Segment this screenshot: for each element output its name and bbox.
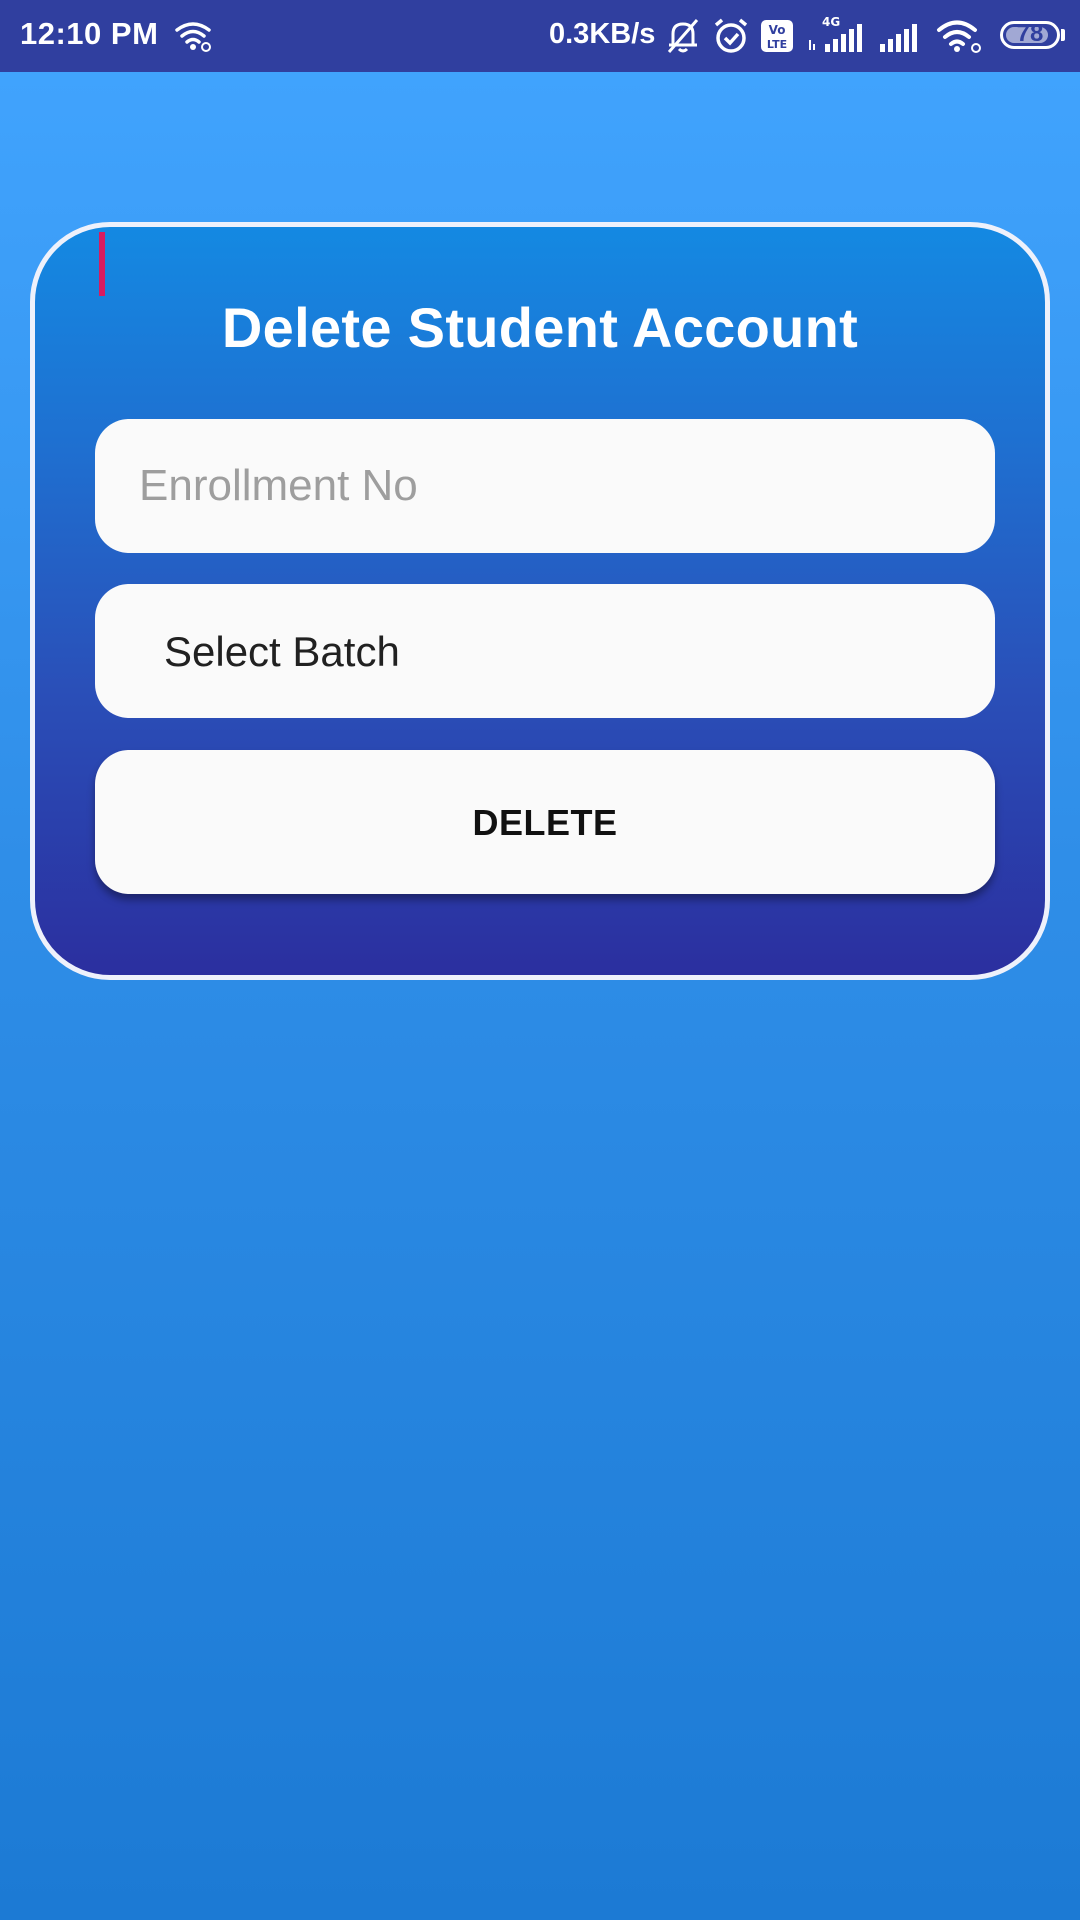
- text-caret: [99, 232, 105, 296]
- wifi-icon: [935, 16, 985, 56]
- signal-4g-icon: 4G: [806, 14, 866, 54]
- battery-level: 78: [1016, 20, 1044, 47]
- delete-button-label: DELETE: [472, 802, 618, 843]
- svg-text:Vo: Vo: [769, 23, 786, 37]
- batch-dropdown[interactable]: Select Batch: [95, 584, 995, 718]
- battery-icon: 78: [1000, 20, 1060, 49]
- mute-bell-icon: [663, 16, 703, 56]
- delete-button[interactable]: DELETE: [95, 750, 995, 894]
- enrollment-field[interactable]: [95, 419, 995, 553]
- status-time: 12:10 PM: [20, 16, 159, 51]
- signal-icon: [876, 14, 920, 54]
- batch-selected-label: Select Batch: [164, 628, 400, 675]
- battery-tip: [1061, 29, 1065, 41]
- net-speed: 0.3KB/s: [549, 18, 656, 50]
- volte-icon: Vo LTE: [759, 16, 795, 56]
- svg-text:LTE: LTE: [767, 38, 787, 51]
- page-title: Delete Student Account: [221, 296, 859, 359]
- screen: 12:10 PM 0.3KB/s Vo LTE 4G 78 Delete Stu…: [0, 0, 1080, 1920]
- wifi-icon: [173, 16, 213, 56]
- alarm-icon: [711, 16, 751, 56]
- enrollment-input[interactable]: [139, 419, 959, 553]
- status-bar: 12:10 PM 0.3KB/s Vo LTE 4G 78: [0, 0, 1080, 72]
- delete-account-card: Delete Student Account Select Batch DELE…: [30, 222, 1050, 980]
- svg-text:4G: 4G: [822, 15, 840, 29]
